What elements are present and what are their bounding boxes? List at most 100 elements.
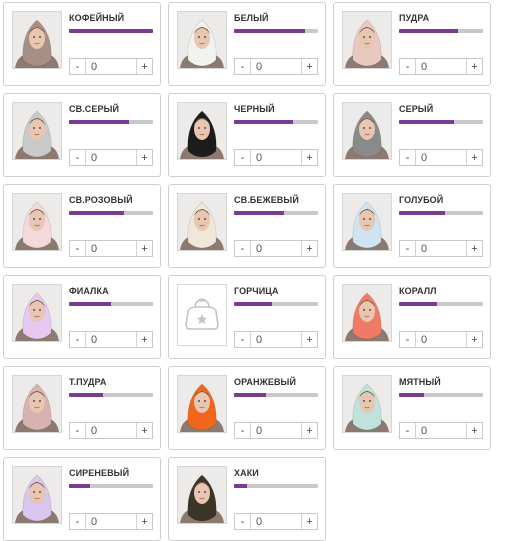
product-variant-card: ГОРЧИЦА - + <box>168 275 326 359</box>
product-photo[interactable] <box>12 466 62 524</box>
stock-level-fill <box>69 120 130 124</box>
increase-quantity-button[interactable]: + <box>466 150 482 165</box>
quantity-input[interactable] <box>251 241 301 256</box>
increase-quantity-button[interactable]: + <box>136 150 152 165</box>
product-variant-card: СВ.БЕЖЕВЫЙ-+ <box>168 184 326 268</box>
product-photo[interactable] <box>177 102 227 160</box>
product-photo[interactable] <box>177 11 227 69</box>
increase-quantity-button[interactable]: + <box>301 150 317 165</box>
increase-quantity-button[interactable]: + <box>136 514 152 529</box>
product-variant-card: ЧЕРНЫЙ-+ <box>168 93 326 177</box>
no-image-placeholder[interactable] <box>177 284 227 346</box>
variant-name: КОРАЛЛ <box>399 286 437 296</box>
decrease-quantity-button[interactable]: - <box>70 150 86 165</box>
quantity-input[interactable] <box>251 150 301 165</box>
variant-name: ГОРЧИЦА <box>234 286 279 296</box>
decrease-quantity-button[interactable]: - <box>400 332 416 347</box>
quantity-input[interactable] <box>251 59 301 74</box>
variant-name: БЕЛЫЙ <box>234 13 269 23</box>
stock-level-fill <box>234 120 293 124</box>
stock-level-fill <box>234 393 266 397</box>
decrease-quantity-button[interactable]: - <box>235 514 251 529</box>
product-photo[interactable] <box>177 193 227 251</box>
hooded-scarf-photo <box>178 103 226 159</box>
quantity-stepper: -+ <box>399 240 483 257</box>
product-photo[interactable] <box>342 193 392 251</box>
bag-placeholder-icon <box>185 298 219 330</box>
variant-name: ЧЕРНЫЙ <box>234 104 275 114</box>
increase-quantity-button[interactable]: + <box>466 332 482 347</box>
quantity-input[interactable] <box>86 241 136 256</box>
quantity-stepper: -+ <box>234 149 318 166</box>
decrease-quantity-button[interactable]: - <box>235 59 251 74</box>
quantity-stepper: -+ <box>69 58 153 75</box>
quantity-input[interactable] <box>86 150 136 165</box>
variant-name: ПУДРА <box>399 13 430 23</box>
product-photo[interactable] <box>12 284 62 342</box>
increase-quantity-button[interactable]: + <box>301 59 317 74</box>
stock-level-bar <box>69 211 153 215</box>
quantity-input[interactable] <box>251 423 301 438</box>
stock-level-bar <box>234 29 318 33</box>
increase-quantity-button[interactable]: + <box>136 332 152 347</box>
product-photo[interactable] <box>342 102 392 160</box>
increase-quantity-button[interactable]: + <box>301 332 317 347</box>
decrease-quantity-button[interactable]: - <box>400 59 416 74</box>
stock-level-bar <box>399 120 483 124</box>
increase-quantity-button[interactable]: + <box>136 423 152 438</box>
hooded-scarf-photo <box>178 12 226 68</box>
product-photo[interactable] <box>12 193 62 251</box>
increase-quantity-button[interactable]: + <box>466 59 482 74</box>
decrease-quantity-button[interactable]: - <box>70 423 86 438</box>
quantity-stepper: -+ <box>399 58 483 75</box>
quantity-input[interactable] <box>251 332 301 347</box>
increase-quantity-button[interactable]: + <box>136 241 152 256</box>
increase-quantity-button[interactable]: + <box>301 423 317 438</box>
decrease-quantity-button[interactable]: - <box>235 241 251 256</box>
quantity-input[interactable] <box>86 332 136 347</box>
product-photo[interactable] <box>177 466 227 524</box>
increase-quantity-button[interactable]: + <box>301 241 317 256</box>
product-photo[interactable] <box>342 284 392 342</box>
decrease-quantity-button[interactable]: - <box>235 332 251 347</box>
decrease-quantity-button[interactable]: - <box>235 423 251 438</box>
quantity-input[interactable] <box>86 59 136 74</box>
product-photo[interactable] <box>342 375 392 433</box>
decrease-quantity-button[interactable]: - <box>400 150 416 165</box>
stock-level-bar <box>69 29 153 33</box>
variant-name: СВ.РОЗОВЫЙ <box>69 195 133 205</box>
hooded-scarf-photo <box>343 285 391 341</box>
quantity-input[interactable] <box>251 514 301 529</box>
stock-level-bar <box>234 484 318 488</box>
increase-quantity-button[interactable]: + <box>466 241 482 256</box>
quantity-input[interactable] <box>416 150 466 165</box>
product-photo[interactable] <box>12 11 62 69</box>
increase-quantity-button[interactable]: + <box>301 514 317 529</box>
hooded-scarf-photo <box>178 376 226 432</box>
decrease-quantity-button[interactable]: - <box>70 59 86 74</box>
stock-level-fill <box>234 484 247 488</box>
product-photo[interactable] <box>342 11 392 69</box>
quantity-stepper: -+ <box>234 240 318 257</box>
quantity-input[interactable] <box>86 423 136 438</box>
hooded-scarf-photo <box>343 194 391 250</box>
quantity-input[interactable] <box>416 423 466 438</box>
quantity-input[interactable] <box>416 59 466 74</box>
decrease-quantity-button[interactable]: - <box>400 241 416 256</box>
quantity-input[interactable] <box>86 514 136 529</box>
increase-quantity-button[interactable]: + <box>466 423 482 438</box>
quantity-input[interactable] <box>416 241 466 256</box>
stock-level-bar <box>399 393 483 397</box>
hooded-scarf-photo <box>13 12 61 68</box>
decrease-quantity-button[interactable]: - <box>70 241 86 256</box>
decrease-quantity-button[interactable]: - <box>70 332 86 347</box>
decrease-quantity-button[interactable]: - <box>400 423 416 438</box>
product-photo[interactable] <box>12 375 62 433</box>
variant-name: КОФЕЙНЫЙ <box>69 13 125 23</box>
quantity-input[interactable] <box>416 332 466 347</box>
product-photo[interactable] <box>12 102 62 160</box>
product-photo[interactable] <box>177 375 227 433</box>
increase-quantity-button[interactable]: + <box>136 59 152 74</box>
decrease-quantity-button[interactable]: - <box>235 150 251 165</box>
decrease-quantity-button[interactable]: - <box>70 514 86 529</box>
